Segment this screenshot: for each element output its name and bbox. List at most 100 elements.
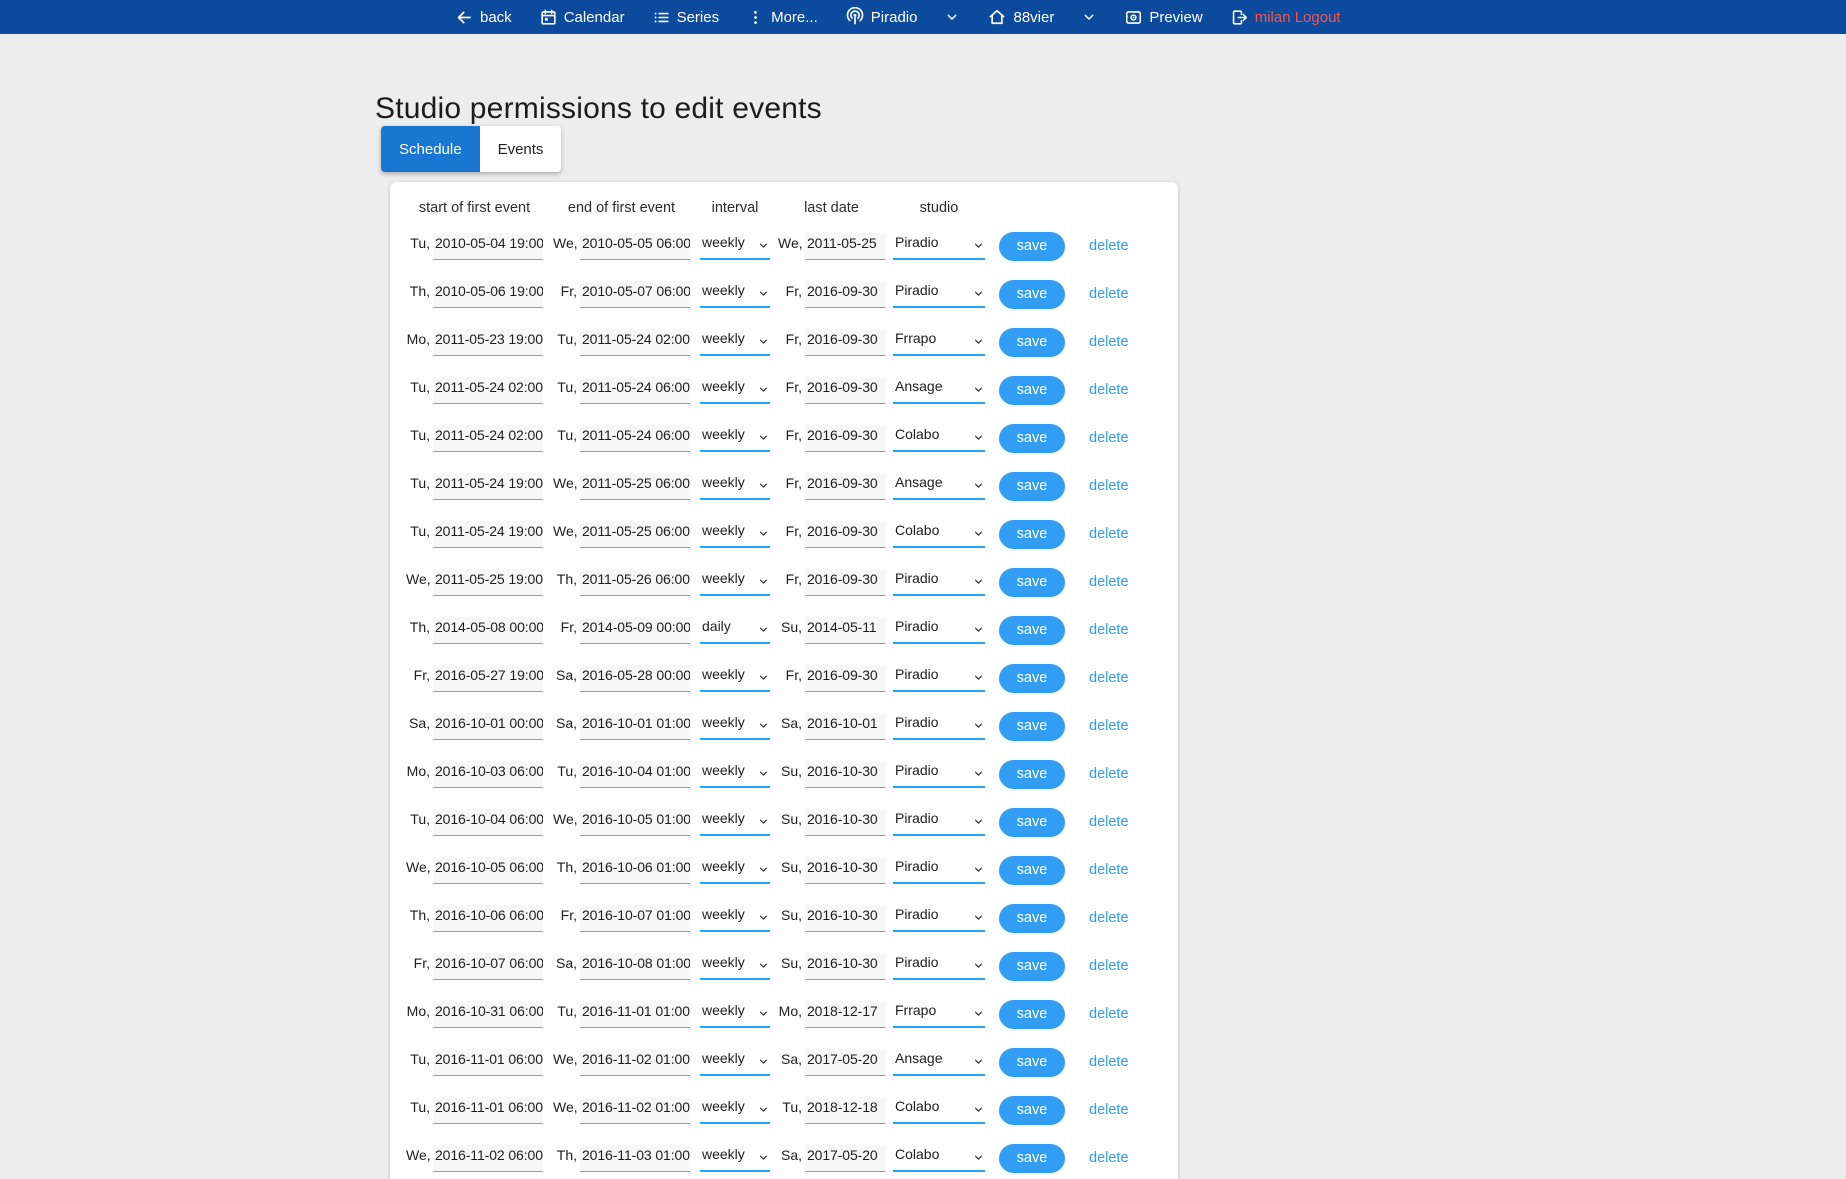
save-button[interactable]: save: [999, 856, 1065, 885]
start-datetime-input[interactable]: [433, 1145, 543, 1172]
interval-select[interactable]: daily: [700, 616, 770, 644]
delete-link[interactable]: delete: [1089, 1150, 1129, 1166]
studio-select[interactable]: Ansage: [893, 376, 985, 404]
save-button[interactable]: save: [999, 376, 1065, 405]
nav-preview[interactable]: Preview: [1124, 8, 1202, 27]
delete-link[interactable]: delete: [1089, 286, 1129, 302]
save-button[interactable]: save: [999, 424, 1065, 453]
studio-select[interactable]: Colabo: [893, 424, 985, 452]
nav-back[interactable]: back: [455, 8, 512, 27]
end-datetime-input[interactable]: [580, 329, 690, 356]
studio-select[interactable]: Colabo: [893, 1096, 985, 1124]
end-datetime-input[interactable]: [580, 713, 690, 740]
studio-select[interactable]: Piradio: [893, 760, 985, 788]
delete-link[interactable]: delete: [1089, 238, 1129, 254]
save-button[interactable]: save: [999, 760, 1065, 789]
last-date-input[interactable]: [805, 425, 885, 452]
interval-select[interactable]: weekly: [700, 232, 770, 260]
tab-schedule[interactable]: Schedule: [381, 126, 480, 172]
end-datetime-input[interactable]: [580, 857, 690, 884]
end-datetime-input[interactable]: [580, 665, 690, 692]
save-button[interactable]: save: [999, 232, 1065, 261]
delete-link[interactable]: delete: [1089, 574, 1129, 590]
start-datetime-input[interactable]: [433, 1001, 543, 1028]
station-dropdown-chevron[interactable]: [1081, 9, 1097, 25]
end-datetime-input[interactable]: [580, 569, 690, 596]
studio-select[interactable]: Piradio: [893, 808, 985, 836]
studio-select[interactable]: Frrapo: [893, 328, 985, 356]
last-date-input[interactable]: [805, 1145, 885, 1172]
save-button[interactable]: save: [999, 952, 1065, 981]
end-datetime-input[interactable]: [580, 617, 690, 644]
last-date-input[interactable]: [805, 377, 885, 404]
nav-logout[interactable]: milan Logout: [1230, 8, 1341, 27]
tab-events[interactable]: Events: [480, 126, 562, 172]
delete-link[interactable]: delete: [1089, 1006, 1129, 1022]
end-datetime-input[interactable]: [580, 521, 690, 548]
delete-link[interactable]: delete: [1089, 814, 1129, 830]
last-date-input[interactable]: [805, 473, 885, 500]
nav-station[interactable]: 88vier: [987, 7, 1054, 27]
interval-select[interactable]: weekly: [700, 376, 770, 404]
end-datetime-input[interactable]: [580, 809, 690, 836]
start-datetime-input[interactable]: [433, 665, 543, 692]
end-datetime-input[interactable]: [580, 473, 690, 500]
interval-select[interactable]: weekly: [700, 1048, 770, 1076]
nav-more[interactable]: More...: [746, 8, 818, 27]
end-datetime-input[interactable]: [580, 761, 690, 788]
end-datetime-input[interactable]: [580, 425, 690, 452]
studio-select[interactable]: Piradio: [893, 904, 985, 932]
save-button[interactable]: save: [999, 808, 1065, 837]
last-date-input[interactable]: [805, 953, 885, 980]
interval-select[interactable]: weekly: [700, 904, 770, 932]
end-datetime-input[interactable]: [580, 905, 690, 932]
delete-link[interactable]: delete: [1089, 862, 1129, 878]
save-button[interactable]: save: [999, 904, 1065, 933]
start-datetime-input[interactable]: [433, 761, 543, 788]
interval-select[interactable]: weekly: [700, 1096, 770, 1124]
interval-select[interactable]: weekly: [700, 280, 770, 308]
delete-link[interactable]: delete: [1089, 958, 1129, 974]
delete-link[interactable]: delete: [1089, 622, 1129, 638]
nav-series[interactable]: Series: [652, 8, 720, 27]
interval-select[interactable]: weekly: [700, 1144, 770, 1172]
last-date-input[interactable]: [805, 905, 885, 932]
end-datetime-input[interactable]: [580, 1049, 690, 1076]
last-date-input[interactable]: [805, 569, 885, 596]
last-date-input[interactable]: [805, 713, 885, 740]
delete-link[interactable]: delete: [1089, 1054, 1129, 1070]
interval-select[interactable]: weekly: [700, 568, 770, 596]
end-datetime-input[interactable]: [580, 281, 690, 308]
interval-select[interactable]: weekly: [700, 856, 770, 884]
interval-select[interactable]: weekly: [700, 472, 770, 500]
last-date-input[interactable]: [805, 233, 885, 260]
save-button[interactable]: save: [999, 712, 1065, 741]
last-date-input[interactable]: [805, 761, 885, 788]
start-datetime-input[interactable]: [433, 713, 543, 740]
start-datetime-input[interactable]: [433, 1049, 543, 1076]
last-date-input[interactable]: [805, 521, 885, 548]
start-datetime-input[interactable]: [433, 521, 543, 548]
save-button[interactable]: save: [999, 616, 1065, 645]
save-button[interactable]: save: [999, 1144, 1065, 1173]
start-datetime-input[interactable]: [433, 617, 543, 644]
end-datetime-input[interactable]: [580, 1097, 690, 1124]
nav-calendar[interactable]: Calendar: [539, 8, 625, 27]
studio-select[interactable]: Piradio: [893, 952, 985, 980]
start-datetime-input[interactable]: [433, 377, 543, 404]
last-date-input[interactable]: [805, 665, 885, 692]
end-datetime-input[interactable]: [580, 1145, 690, 1172]
last-date-input[interactable]: [805, 617, 885, 644]
studio-select[interactable]: Ansage: [893, 1048, 985, 1076]
last-date-input[interactable]: [805, 281, 885, 308]
start-datetime-input[interactable]: [433, 329, 543, 356]
start-datetime-input[interactable]: [433, 809, 543, 836]
save-button[interactable]: save: [999, 1048, 1065, 1077]
start-datetime-input[interactable]: [433, 281, 543, 308]
save-button[interactable]: save: [999, 1000, 1065, 1029]
start-datetime-input[interactable]: [433, 473, 543, 500]
delete-link[interactable]: delete: [1089, 382, 1129, 398]
save-button[interactable]: save: [999, 472, 1065, 501]
delete-link[interactable]: delete: [1089, 478, 1129, 494]
studio-select[interactable]: Piradio: [893, 616, 985, 644]
